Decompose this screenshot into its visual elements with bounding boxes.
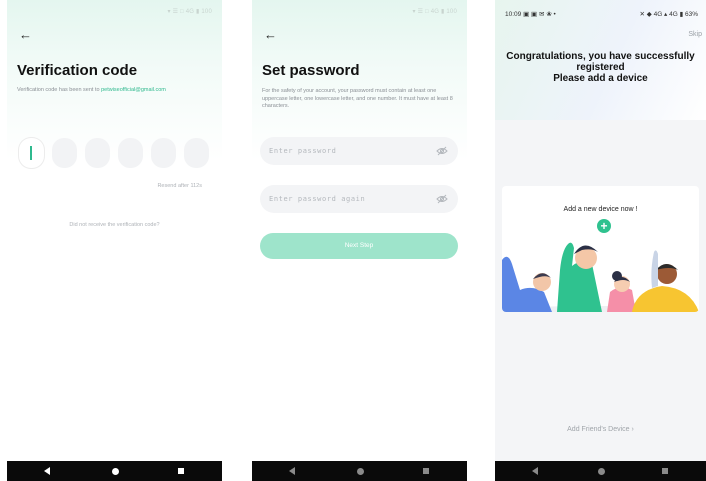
add-device-screen: 10:09 ▣ ▣ ✉ ❀ • ✕ ◆ 4G ▴ 4G ▮ 63% Skip C… (495, 0, 706, 481)
nav-home-icon[interactable] (597, 468, 605, 475)
status-bar: ▾ ☰ □ 4G ▮ 100 (167, 9, 212, 15)
people-illustration (502, 242, 699, 312)
nav-recents-icon[interactable] (178, 468, 184, 474)
confirm-password-field[interactable] (260, 185, 458, 213)
congrats-line-1: Congratulations, you have successfully (506, 51, 695, 62)
nav-recents-icon[interactable] (423, 468, 429, 474)
skip-link[interactable]: Skip (688, 31, 702, 38)
code-digit-3[interactable] (85, 138, 110, 168)
status-left: 10:09 ▣ ▣ ✉ ❀ • (505, 10, 556, 20)
eye-hidden-icon[interactable] (436, 194, 448, 204)
status-time: 10:09 (505, 11, 522, 18)
status-bar: 10:09 ▣ ▣ ✉ ❀ • ✕ ◆ 4G ▴ 4G ▮ 63% (505, 10, 698, 20)
confirm-password-input[interactable] (269, 185, 429, 213)
verification-subtitle: Verification code has been sent to petwi… (17, 87, 222, 95)
nav-back-icon[interactable] (532, 467, 538, 475)
congrats-line-3: Please add a device (553, 73, 648, 84)
password-input[interactable] (269, 137, 429, 165)
nav-recents-icon[interactable] (662, 468, 668, 474)
status-bar: ▾ ☰ □ 4G ▮ 100 (412, 9, 457, 15)
back-arrow-icon[interactable]: ← (264, 26, 282, 44)
page-title: Verification code (17, 62, 138, 79)
code-digit-4[interactable] (118, 138, 143, 168)
nav-back-icon[interactable] (289, 467, 295, 475)
password-field[interactable] (260, 137, 458, 165)
set-password-screen: ▾ ☰ □ 4G ▮ 100 ← Set password For the sa… (252, 0, 467, 481)
page-title: Set password (262, 62, 360, 79)
subtitle-text: Verification code has been sent to (17, 87, 102, 93)
text-cursor (30, 146, 32, 160)
android-nav-bar (495, 461, 706, 481)
add-friend-device-link[interactable]: Add Friend's Device › (495, 426, 706, 433)
status-right: ✕ ◆ 4G ▴ 4G ▮ 63% (639, 11, 698, 18)
not-received-link[interactable]: Did not receive the verification code? (7, 222, 222, 228)
next-step-button[interactable]: Next Step (260, 233, 458, 259)
email-address: petwiseofficial@gmail.com (101, 87, 166, 93)
code-digit-5[interactable] (151, 138, 176, 168)
notification-icons: ▣ ▣ ✉ ❀ • (523, 11, 556, 18)
code-digit-1[interactable] (19, 138, 44, 168)
header-gradient (252, 0, 467, 160)
eye-hidden-icon[interactable] (436, 146, 448, 156)
android-nav-bar (252, 461, 467, 481)
congrats-message: Congratulations, you have successfully r… (495, 51, 706, 84)
password-rules: For the safety of your account, your pas… (262, 88, 453, 109)
back-arrow-icon[interactable]: ← (19, 26, 37, 44)
add-device-label: Add a new device now ! (563, 206, 638, 213)
nav-home-icon[interactable] (356, 468, 364, 475)
nav-back-icon[interactable] (44, 467, 50, 475)
nav-home-icon[interactable] (111, 468, 119, 475)
android-nav-bar (7, 461, 222, 481)
code-digit-2[interactable] (52, 138, 77, 168)
verification-screen: ▾ ☰ □ 4G ▮ 100 ← Verification code Verif… (7, 0, 222, 481)
code-digit-6[interactable] (184, 138, 209, 168)
add-device-card[interactable]: Add a new device now ! + (502, 186, 699, 312)
resend-timer: Resend after 112s (157, 183, 202, 189)
congrats-line-2: registered (576, 62, 625, 73)
header-gradient (7, 0, 222, 160)
